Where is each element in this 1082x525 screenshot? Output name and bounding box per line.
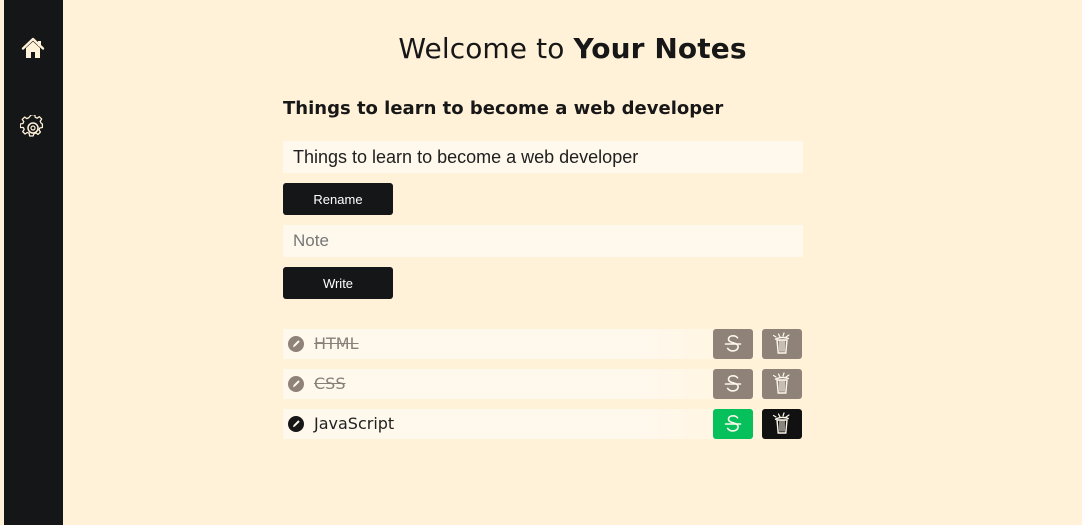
note-title-input[interactable]: [283, 141, 803, 173]
delete-button[interactable]: [762, 369, 802, 399]
rename-button[interactable]: Rename: [283, 183, 393, 215]
trash-icon: [772, 412, 790, 434]
strikethrough-button[interactable]: [713, 369, 753, 399]
note-title: Things to learn to become a web develope…: [283, 98, 724, 119]
strikethrough-button[interactable]: [713, 329, 753, 359]
gear-icon[interactable]: [20, 115, 46, 141]
main-content: Welcome to Your Notes Things to learn to…: [63, 0, 1082, 525]
pencil-icon: [288, 336, 304, 352]
list-item[interactable]: JavaScript: [283, 409, 803, 439]
pencil-icon: [288, 416, 304, 432]
strikethrough-icon: [724, 374, 742, 392]
strikethrough-button[interactable]: [713, 409, 753, 439]
write-button[interactable]: Write: [283, 267, 393, 299]
strikethrough-icon: [724, 334, 742, 352]
list-item-label: CSS: [314, 374, 346, 393]
strikethrough-icon: [724, 414, 742, 432]
delete-button[interactable]: [762, 409, 802, 439]
home-icon[interactable]: [20, 36, 46, 62]
notes-list: HTML CSS JavaScript: [283, 329, 803, 449]
list-item[interactable]: CSS: [283, 369, 803, 399]
trash-icon: [772, 332, 790, 354]
page-title-prefix: Welcome to: [398, 32, 565, 65]
list-item[interactable]: HTML: [283, 329, 803, 359]
delete-button[interactable]: [762, 329, 802, 359]
page-title: Welcome to Your Notes: [63, 29, 1082, 69]
notes-app: Welcome to Your Notes Things to learn to…: [0, 0, 1082, 525]
sidebar: [4, 0, 63, 525]
list-item-label: HTML: [314, 334, 359, 353]
note-input[interactable]: [283, 225, 803, 257]
list-item-label: JavaScript: [314, 414, 395, 433]
page-title-emphasis: Your Notes: [573, 32, 747, 65]
pencil-icon: [288, 376, 304, 392]
trash-icon: [772, 372, 790, 394]
